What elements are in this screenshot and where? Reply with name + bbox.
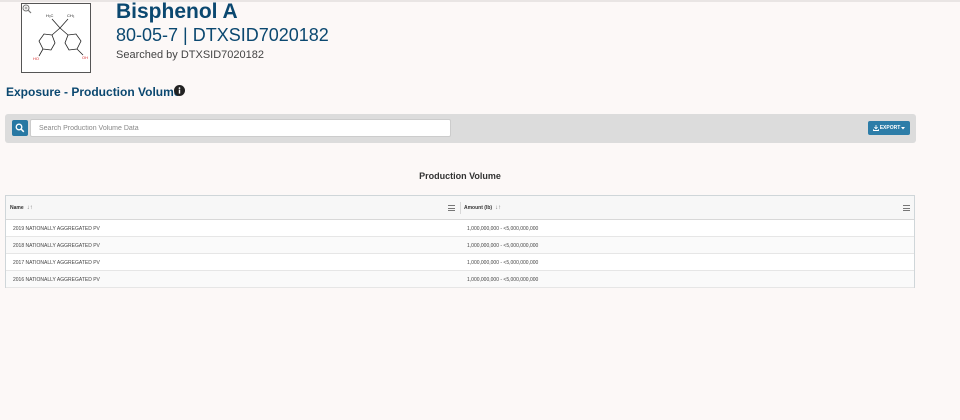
sort-icon[interactable]: ↓↑ bbox=[495, 205, 501, 211]
search-button[interactable] bbox=[12, 120, 28, 136]
column-menu-icon[interactable] bbox=[448, 205, 455, 211]
column-separator bbox=[460, 202, 461, 214]
export-button[interactable]: EXPORT bbox=[868, 121, 910, 135]
cell-amount: 1,000,000,000 - <5,000,000,000 bbox=[467, 225, 539, 232]
search-icon bbox=[15, 123, 25, 133]
column-header-name-label: Name bbox=[10, 205, 24, 211]
table-row[interactable]: 2017 NATIONALLY AGGREGATED PV 1,000,000,… bbox=[6, 254, 914, 271]
cell-amount: 1,000,000,000 - <5,000,000,000 bbox=[467, 276, 539, 283]
table-row[interactable]: 2018 NATIONALLY AGGREGATED PV 1,000,000,… bbox=[6, 237, 914, 254]
info-icon[interactable] bbox=[174, 85, 185, 96]
searched-by-text: Searched by DTXSID7020182 bbox=[116, 49, 264, 61]
methyl-label-right: CH₃ bbox=[67, 13, 75, 18]
export-label: EXPORT bbox=[879, 125, 901, 131]
cell-amount: 1,000,000,000 - <5,000,000,000 bbox=[467, 259, 539, 266]
cell-name: 2019 NATIONALLY AGGREGATED PV bbox=[13, 225, 100, 232]
table-toolbar: EXPORT bbox=[5, 114, 916, 143]
bisphenol-a-structure: H₃C CH₃ HO OH bbox=[33, 13, 88, 61]
column-header-name[interactable]: Name ↓↑ bbox=[10, 196, 33, 220]
search-input[interactable] bbox=[30, 119, 451, 137]
cell-amount: 1,000,000,000 - <5,000,000,000 bbox=[467, 242, 539, 249]
table-row[interactable]: 2019 NATIONALLY AGGREGATED PV 1,000,000,… bbox=[6, 220, 914, 237]
caret-down-icon bbox=[901, 126, 906, 129]
chemical-identifiers: 80-05-7 | DTXSID7020182 bbox=[116, 25, 329, 45]
section-title: Exposure - Production Volume bbox=[6, 85, 181, 99]
production-volume-grid: Name ↓↑ Amount (lb) ↓↑ 2019 NATIONALLY A… bbox=[5, 195, 915, 288]
zoom-in-icon[interactable] bbox=[22, 4, 32, 14]
cell-name: 2016 NATIONALLY AGGREGATED PV bbox=[13, 276, 100, 283]
column-header-amount-label: Amount (lb) bbox=[464, 205, 493, 211]
table-title: Production Volume bbox=[419, 171, 501, 181]
column-menu-icon[interactable] bbox=[903, 205, 910, 211]
cell-name: 2017 NATIONALLY AGGREGATED PV bbox=[13, 259, 100, 266]
hydroxyl-label-right: OH bbox=[82, 55, 88, 60]
column-header-amount[interactable]: Amount (lb) ↓↑ bbox=[464, 196, 501, 220]
grid-header: Name ↓↑ Amount (lb) ↓↑ bbox=[6, 196, 914, 220]
chemical-name: Bisphenol A bbox=[116, 0, 238, 23]
table-row[interactable]: 2016 NATIONALLY AGGREGATED PV 1,000,000,… bbox=[6, 271, 914, 288]
methyl-label-left: H₃C bbox=[46, 13, 54, 18]
sort-icon[interactable]: ↓↑ bbox=[27, 205, 33, 211]
download-icon bbox=[872, 125, 879, 131]
chemical-structure-image[interactable]: H₃C CH₃ HO OH bbox=[21, 3, 91, 73]
hydroxyl-label-left: HO bbox=[33, 56, 39, 61]
cell-name: 2018 NATIONALLY AGGREGATED PV bbox=[13, 242, 100, 249]
